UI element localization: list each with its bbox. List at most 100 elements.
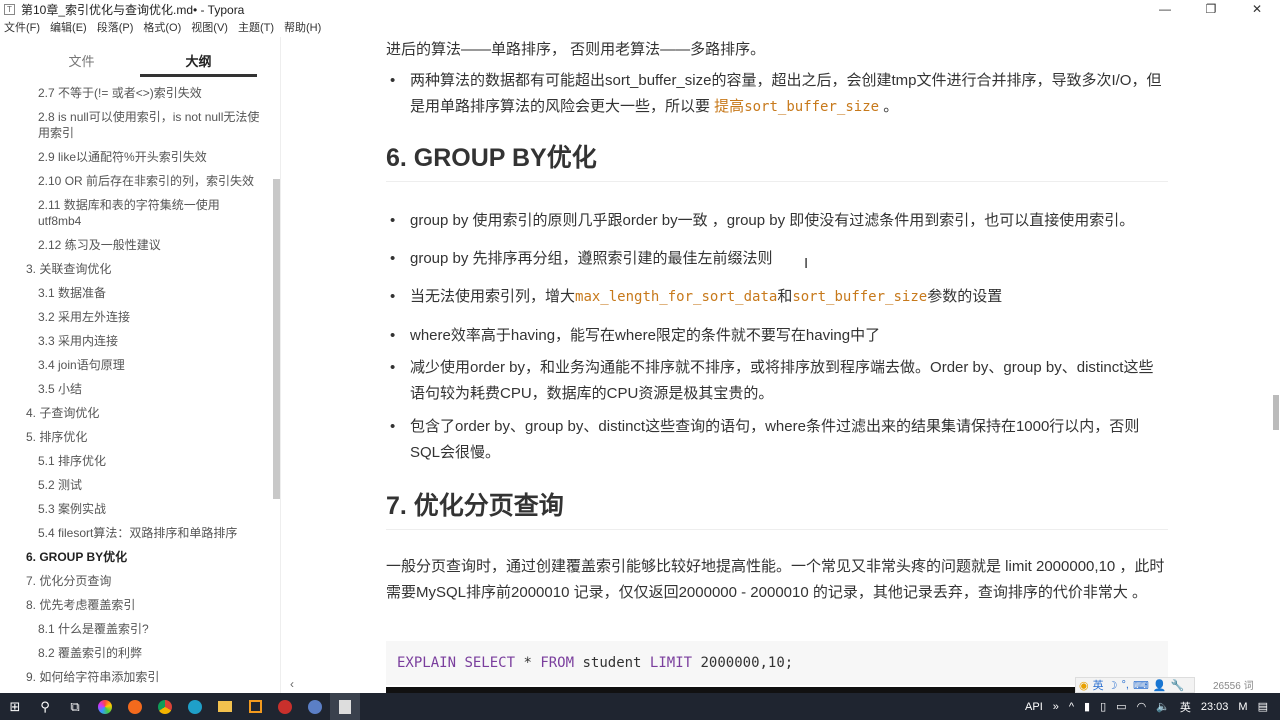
maximize-button[interactable]: ❐ <box>1188 0 1234 19</box>
sidebar: 文件 大纲 2.7 不等于(!= 或者<>)索引失效 2.8 is null可以使… <box>0 37 307 719</box>
show-hidden-icons[interactable]: ^ <box>1069 701 1074 713</box>
outline-item[interactable]: 3.1 数据准备 <box>0 281 270 305</box>
outline-item[interactable]: 2.9 like以通配符%开头索引失效 <box>0 145 270 169</box>
word-count[interactable]: 26556 词 <box>1213 677 1254 692</box>
code-block[interactable]: EXPLAIN SELECT * FROM student LIMIT 2000… <box>386 641 1168 685</box>
microphone-icon[interactable]: ▮ <box>1084 700 1090 713</box>
file-explorer-icon[interactable] <box>210 693 240 720</box>
clock[interactable]: 23:03 <box>1201 701 1229 713</box>
mysql-dolphin-icon[interactable] <box>300 693 330 720</box>
input-lang[interactable]: 英 <box>1180 699 1191 715</box>
editor-scrollbar[interactable] <box>1273 395 1279 430</box>
menu-paragraph[interactable]: 段落(P) <box>97 19 134 37</box>
text-cursor: I <box>804 255 809 272</box>
outline-item[interactable]: 2.8 is null可以使用索引，is not null无法使用索引 <box>0 105 270 145</box>
tray-api[interactable]: API <box>1025 701 1043 713</box>
app-tray-icon[interactable]: M <box>1238 701 1247 713</box>
outline-item[interactable]: 7. 优化分页查询 <box>0 569 270 593</box>
app-icon-red[interactable] <box>270 693 300 720</box>
typora-logo-icon: T <box>4 4 15 15</box>
outline-item[interactable]: 3.5 小结 <box>0 377 270 401</box>
inline-code: sort_buffer_size <box>744 99 880 115</box>
outline-item[interactable]: 3.3 采用内连接 <box>0 329 270 353</box>
window-title: 第10章_索引优化与查询优化.md• - Typora <box>21 3 245 17</box>
windows-start-icon[interactable]: ⊞ <box>0 693 30 720</box>
wrench-icon[interactable]: 🔧 <box>1171 679 1185 692</box>
firefox-icon[interactable] <box>120 693 150 720</box>
outline-item[interactable]: 2.10 OR 前后存在非索引的列，索引失效 <box>0 169 270 193</box>
list-item: where效率高于having，能写在where限定的条件就不要写在having… <box>390 323 1168 349</box>
app-icon-colorful[interactable] <box>90 693 120 720</box>
list-item: 当无法使用索引列，增大max_length_for_sort_data和sort… <box>390 284 1168 310</box>
outline-item[interactable]: 5. 排序优化 <box>0 425 270 449</box>
user-icon[interactable]: 👤 <box>1153 679 1167 692</box>
menu-theme[interactable]: 主题(T) <box>238 19 274 37</box>
outline-item[interactable]: 5.1 排序优化 <box>0 449 270 473</box>
menu-format[interactable]: 格式(O) <box>143 19 181 37</box>
outline-item[interactable]: 5.4 filesort算法：双路排序和单路排序 <box>0 521 270 545</box>
menu-bar: 文件(F) 编辑(E) 段落(P) 格式(O) 视图(V) 主题(T) 帮助(H… <box>0 19 331 37</box>
outline-item[interactable]: 8.1 什么是覆盖索引? <box>0 617 270 641</box>
battery-icon[interactable]: ▭ <box>1116 700 1126 713</box>
minimize-button[interactable]: — <box>1142 0 1188 19</box>
list-item: 包含了order by、group by、distinct这些查询的语句，whe… <box>390 414 1168 466</box>
wifi-icon[interactable]: ◠ <box>1137 700 1147 713</box>
tray-more-icon[interactable]: » <box>1053 701 1059 713</box>
search-icon[interactable]: ⚲ <box>30 693 60 720</box>
app-icon-orange[interactable] <box>240 693 270 720</box>
outline-item[interactable]: 8. 优先考虑覆盖索引 <box>0 593 270 617</box>
outline-item[interactable]: 2.11 数据库和表的字符集统一使用utf8mb4 <box>0 193 270 233</box>
outline-item[interactable]: 3.2 采用左外连接 <box>0 305 270 329</box>
chrome-icon[interactable] <box>150 693 180 720</box>
outline-item[interactable]: 3. 关联查询优化 <box>0 257 270 281</box>
menu-help[interactable]: 帮助(H) <box>284 19 321 37</box>
menu-view[interactable]: 视图(V) <box>191 19 228 37</box>
outline-item[interactable]: 2.7 不等于(!= 或者<>)索引失效 <box>0 81 270 105</box>
sql-keyword: SELECT <box>464 655 516 671</box>
sql-keyword: FROM <box>540 655 575 671</box>
list-item: group by 使用索引的原则几乎跟order by一致 ，group by … <box>390 208 1168 234</box>
ime-lang[interactable]: 英 <box>1093 677 1104 693</box>
menu-file[interactable]: 文件(F) <box>4 19 40 37</box>
code-text: 2000000,10; <box>692 655 794 671</box>
outline-item[interactable]: 5.3 案例实战 <box>0 497 270 521</box>
menu-edit[interactable]: 编辑(E) <box>50 19 87 37</box>
outline-item[interactable]: 6. GROUP BY优化 <box>0 545 270 569</box>
moon-icon[interactable]: ☽ <box>1108 679 1118 692</box>
heading-group-by: 6. GROUP BY优化 <box>386 145 1168 182</box>
ime-toolbar[interactable]: ◉ 英 ☽ °, ⌨ 👤 🔧 <box>1075 677 1195 693</box>
code-text: * <box>515 655 541 671</box>
keyboard-icon[interactable]: ⌨ <box>1133 679 1149 692</box>
list-item: 两种算法的数据都有可能超出sort_buffer_size的容量，超出之后，会创… <box>390 68 1168 120</box>
tab-outline[interactable]: 大纲 <box>140 37 257 77</box>
volume-icon[interactable]: 🔈 <box>1156 700 1170 713</box>
outline-list: 2.7 不等于(!= 或者<>)索引失效 2.8 is null可以使用索引，is… <box>0 81 270 713</box>
tab-files[interactable]: 文件 <box>23 37 140 77</box>
outline-item[interactable]: 8.2 覆盖索引的利弊 <box>0 641 270 665</box>
text: 当无法使用索引列，增大 <box>410 288 576 305</box>
outline-item[interactable]: 9. 如何给字符串添加索引 <box>0 665 270 689</box>
notifications-icon[interactable]: ▤ <box>1258 700 1268 713</box>
outline-item[interactable]: 3.4 join语句原理 <box>0 353 270 377</box>
task-view-icon[interactable]: ⧉ <box>60 693 90 720</box>
usb-icon[interactable]: ▯ <box>1100 700 1106 713</box>
sidebar-scrollbar[interactable] <box>273 179 280 499</box>
edge-icon[interactable] <box>180 693 210 720</box>
outline-item[interactable]: 5.2 测试 <box>0 473 270 497</box>
punctuation-icon[interactable]: °, <box>1121 679 1128 691</box>
text: 和 <box>777 288 793 305</box>
list-item: group by 先排序再分组，遵照索引建的最佳左前缀法则 <box>390 246 1168 272</box>
close-button[interactable]: ✕ <box>1234 0 1280 19</box>
highlight-text: 提高 <box>714 98 745 115</box>
ime-logo-icon: ◉ <box>1079 679 1089 692</box>
inline-code: max_length_for_sort_data <box>575 289 778 305</box>
outline-item[interactable]: 4. 子查询优化 <box>0 401 270 425</box>
outline-item[interactable]: 2.12 练习及一般性建议 <box>0 233 270 257</box>
sql-keyword: EXPLAIN <box>397 655 457 671</box>
back-icon[interactable]: ‹ <box>290 677 294 691</box>
typora-taskbar-icon[interactable] <box>330 693 360 720</box>
taskbar: ⊞ ⚲ ⧉ API » ^ ▮ ▯ ▭ ◠ 🔈 英 23:03 M ▤ <box>0 693 1280 720</box>
inline-code: sort_buffer_size <box>792 289 928 305</box>
paragraph: 进后的算法——单路排序， 否则用老算法——多路排序。 <box>386 41 766 58</box>
paragraph: 一般分页查询时，通过创建覆盖索引能够比较好地提高性能。一个常见又非常头疼的问题就… <box>386 558 1165 601</box>
